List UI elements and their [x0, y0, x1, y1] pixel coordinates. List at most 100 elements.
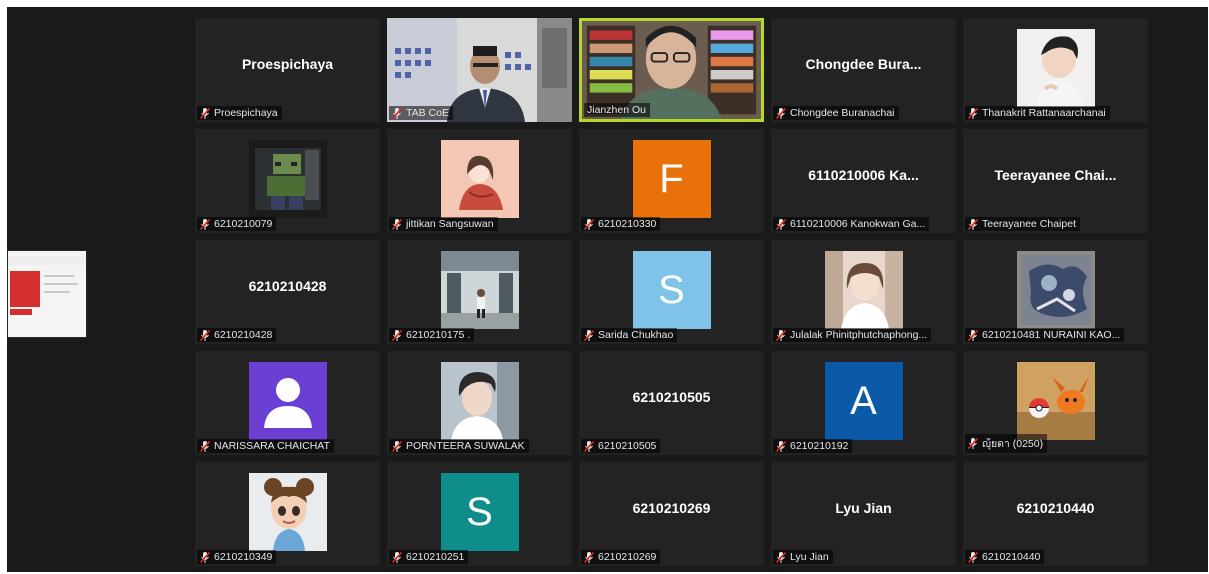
participant-tile[interactable]: PORNTEERA SUWALAK [387, 351, 572, 455]
letter-avatar: F [632, 140, 711, 218]
mic-muted-icon [775, 218, 787, 230]
mic-muted-icon [967, 218, 979, 230]
participant-name-label: 6210210505 [581, 439, 661, 453]
participant-name: NARISSARA CHAICHAT [214, 440, 330, 452]
mic-muted-icon [583, 551, 595, 563]
participant-tile[interactable]: 6210210269 6210210269 [579, 462, 764, 566]
letter-avatar: S [440, 473, 519, 551]
participant-name-label: Jianzhen Ou [584, 103, 650, 117]
participant-tile[interactable]: NARISSARA CHAICHAT [195, 351, 380, 455]
participant-tile[interactable]: Proespichaya Proespichaya [195, 18, 380, 122]
profile-picture [440, 251, 519, 329]
participant-tile[interactable]: TAB CoE [387, 18, 572, 122]
participant-tile[interactable]: 6210210505 6210210505 [579, 351, 764, 455]
participant-display-name: 6210210505 [632, 389, 711, 405]
mic-muted-icon [391, 218, 403, 230]
participant-tile[interactable]: 6210210079 [195, 129, 380, 233]
participant-tile[interactable]: 6210210481 NURAINI KAO... [963, 240, 1148, 344]
mic-muted-icon [391, 329, 403, 341]
participant-name-label: Julalak Phinitphutchaphong... [773, 328, 932, 342]
participant-name-label: 6210210079 [197, 217, 277, 231]
participant-tile[interactable]: Thanakrit Rattanaarchanai [963, 18, 1148, 122]
participant-name: Teerayanee Chaipet [982, 218, 1076, 230]
participant-tile[interactable]: 6210210440 6210210440 [963, 462, 1148, 566]
letter-avatar: S [632, 251, 711, 329]
profile-picture [1016, 362, 1095, 440]
profile-picture [440, 140, 519, 218]
mic-muted-icon [199, 329, 211, 341]
participant-name-label: Proespichaya [197, 106, 282, 120]
participant-name: 6210210079 [214, 218, 273, 230]
participant-name-label: 6210210481 NURAINI KAO... [965, 328, 1125, 342]
participant-tile[interactable]: F 6210210330 [579, 129, 764, 233]
participant-display-name: 6210210269 [632, 500, 711, 516]
participant-tile[interactable]: Julalak Phinitphutchaphong... [771, 240, 956, 344]
participant-name-label: 6210210330 [581, 217, 661, 231]
participant-name: 6210210481 NURAINI KAO... [982, 329, 1121, 341]
participant-name: 6210210330 [598, 218, 657, 230]
thumbnail-text-line [44, 283, 78, 285]
profile-picture [824, 251, 903, 329]
mic-muted-icon [775, 329, 787, 341]
participant-tile[interactable]: 6210210175 . [387, 240, 572, 344]
letter-avatar: A [824, 362, 903, 440]
participant-display-name: Teerayanee Chai... [994, 167, 1117, 183]
participant-name: 6210210440 [982, 551, 1041, 563]
profile-picture [440, 362, 519, 440]
default-person-icon [248, 362, 327, 440]
participant-name-label: 6210210192 [773, 439, 853, 453]
participant-name: 6210210175 . [406, 329, 471, 341]
participant-tile-active-speaker[interactable]: Jianzhen Ou [579, 18, 764, 122]
participant-tile[interactable]: Lyu Jian Lyu Jian [771, 462, 956, 566]
screen-share-thumbnail[interactable] [7, 250, 87, 338]
mic-muted-icon [775, 107, 787, 119]
participant-display-name: 6210210428 [248, 278, 327, 294]
participant-name-label: Lyu Jian [773, 550, 833, 564]
participant-name: 6210210505 [598, 440, 657, 452]
participant-name: ญุ้ยดา (0250) [982, 438, 1044, 450]
participant-name: PORNTEERA SUWALAK [406, 440, 525, 452]
profile-picture [1016, 29, 1095, 107]
mic-muted-icon [583, 440, 595, 452]
participant-tile[interactable]: A 6210210192 [771, 351, 956, 455]
participant-name-label: NARISSARA CHAICHAT [197, 439, 334, 453]
participant-name: Julalak Phinitphutchaphong... [790, 329, 928, 341]
participant-tile[interactable]: 6110210006 Ka... 6110210006 Kanokwan Ga..… [771, 129, 956, 233]
participant-tile[interactable]: ญุ้ยดา (0250) [963, 351, 1148, 455]
participant-tile[interactable]: Teerayanee Chai... Teerayanee Chaipet [963, 129, 1148, 233]
mic-muted-icon [583, 329, 595, 341]
participant-name-label: 6110210006 Kanokwan Ga... [773, 217, 930, 231]
participant-tile[interactable]: jittikan Sangsuwan [387, 129, 572, 233]
participant-tile[interactable]: S Sarida Chukhao [579, 240, 764, 344]
participant-tile[interactable]: 6210210428 6210210428 [195, 240, 380, 344]
participant-tile[interactable]: Chongdee Bura... Chongdee Buranachai [771, 18, 956, 122]
participant-tile[interactable]: S 6210210251 [387, 462, 572, 566]
participant-tile[interactable]: 6210210349 [195, 462, 380, 566]
participant-name-label: jittikan Sangsuwan [389, 217, 498, 231]
participant-name-label: PORNTEERA SUWALAK [389, 439, 529, 453]
participant-display-name: 6110210006 Ka... [808, 167, 919, 183]
participant-name: 6210210192 [790, 440, 849, 452]
participant-name: 6210210251 [406, 551, 465, 563]
mic-muted-icon [199, 440, 211, 452]
thumbnail-header [8, 257, 86, 265]
participant-name: Thanakrit Rattanaarchanai [982, 107, 1106, 119]
participant-display-name: Proespichaya [241, 56, 334, 72]
participant-name: TAB CoE [406, 107, 449, 119]
mic-muted-icon [199, 551, 211, 563]
mic-muted-icon [391, 107, 403, 119]
participant-name: jittikan Sangsuwan [406, 218, 494, 230]
participant-display-name: Lyu Jian [835, 500, 892, 516]
participant-name-label: 6210210269 [581, 550, 661, 564]
mic-muted-icon [967, 437, 979, 450]
participant-name-label: 6210210428 [197, 328, 277, 342]
participant-name-label: 6210210349 [197, 550, 277, 564]
participant-name-label: Teerayanee Chaipet [965, 217, 1080, 231]
participant-name-label: TAB CoE [389, 106, 453, 120]
participant-name-label: Thanakrit Rattanaarchanai [965, 106, 1110, 120]
participant-name: 6210210428 [214, 329, 273, 341]
participant-name: Jianzhen Ou [587, 104, 646, 116]
thumbnail-slide-block [10, 309, 32, 315]
participant-name: 6210210269 [598, 551, 657, 563]
thumbnail-slide-block [10, 271, 40, 307]
